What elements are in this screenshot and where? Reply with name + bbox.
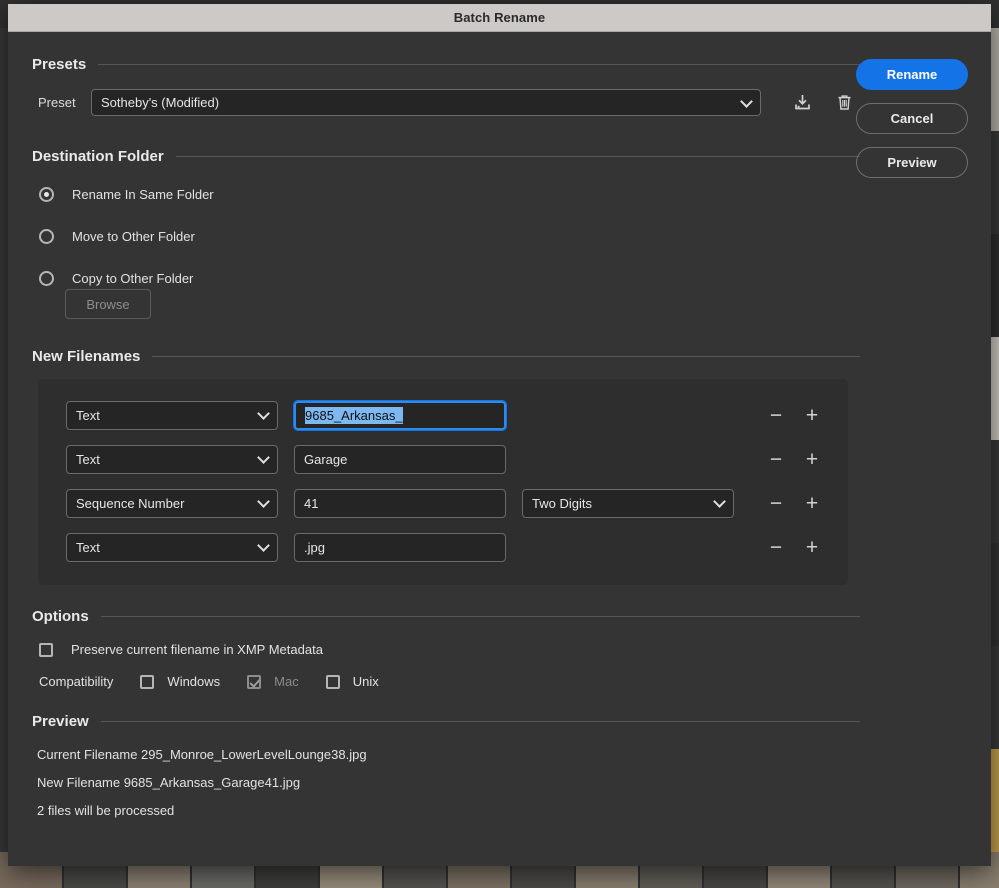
row-controls: −+ bbox=[762, 533, 848, 561]
preset-row: Preset Sotheby's (Modified) bbox=[38, 89, 991, 116]
add-row-button[interactable]: + bbox=[798, 533, 826, 561]
row-controls: −+ bbox=[762, 401, 848, 429]
compatibility-option-label: Unix bbox=[353, 674, 379, 689]
dialog-title: Batch Rename bbox=[454, 10, 546, 25]
chevron-down-icon bbox=[257, 539, 270, 552]
compatibility-label: Compatibility bbox=[39, 674, 113, 689]
rename-button[interactable]: Rename bbox=[856, 59, 968, 90]
preserve-filename-option[interactable]: Preserve current filename in XMP Metadat… bbox=[39, 642, 991, 657]
compatibility-checkbox[interactable] bbox=[140, 675, 154, 689]
save-preset-icon[interactable] bbox=[789, 90, 815, 116]
new-filenames-section-header: New Filenames bbox=[32, 348, 860, 365]
new-filenames-heading: New Filenames bbox=[32, 348, 152, 365]
preserve-filename-label: Preserve current filename in XMP Metadat… bbox=[71, 642, 323, 657]
destination-option-2[interactable]: Copy to Other Folder bbox=[39, 267, 991, 289]
destination-section-header: Destination Folder bbox=[32, 148, 860, 165]
remove-row-button[interactable]: − bbox=[762, 401, 790, 429]
dialog-body: Rename Cancel Preview Presets Preset Sot… bbox=[8, 32, 991, 865]
token-type-select[interactable]: Text bbox=[66, 533, 278, 562]
dialog-action-buttons: Rename Cancel Preview bbox=[856, 59, 968, 191]
radio-icon[interactable] bbox=[39, 229, 54, 244]
preset-select[interactable]: Sotheby's (Modified) bbox=[91, 89, 761, 116]
compatibility-option: Mac bbox=[247, 674, 299, 689]
token-type-value: Sequence Number bbox=[76, 496, 184, 511]
token-type-select[interactable]: Text bbox=[66, 445, 278, 474]
destination-divider bbox=[176, 156, 860, 157]
chevron-down-icon bbox=[257, 495, 270, 508]
token-value-input[interactable]: Garage bbox=[294, 445, 506, 474]
token-type-value: Text bbox=[76, 452, 100, 467]
token-value-input[interactable]: 41 bbox=[294, 489, 506, 518]
presets-heading: Presets bbox=[32, 56, 98, 73]
remove-row-button[interactable]: − bbox=[762, 533, 790, 561]
options-divider bbox=[101, 616, 860, 617]
preview-heading: Preview bbox=[32, 713, 101, 730]
chevron-down-icon bbox=[257, 407, 270, 420]
chevron-down-icon bbox=[713, 495, 726, 508]
compatibility-checkbox bbox=[247, 675, 261, 689]
batch-rename-dialog: Batch Rename Rename Cancel Preview Prese… bbox=[8, 4, 991, 866]
destination-options: Rename In Same Folder Move to Other Folde… bbox=[8, 183, 991, 289]
add-row-button[interactable]: + bbox=[798, 489, 826, 517]
compatibility-checkbox[interactable] bbox=[326, 675, 340, 689]
token-option-select[interactable]: Two Digits bbox=[522, 489, 734, 518]
preview-file-count: 2 files will be processed bbox=[37, 796, 991, 824]
preset-label: Preset bbox=[38, 95, 91, 110]
row-controls: −+ bbox=[762, 489, 848, 517]
chevron-down-icon bbox=[740, 95, 753, 108]
token-type-value: Text bbox=[76, 408, 100, 423]
compatibility-option[interactable]: Windows bbox=[140, 674, 220, 689]
add-row-button[interactable]: + bbox=[798, 445, 826, 473]
token-type-value: Text bbox=[76, 540, 100, 555]
destination-option-0[interactable]: Rename In Same Folder bbox=[39, 183, 991, 205]
compatibility-option-label: Windows bbox=[167, 674, 220, 689]
destination-option-label: Move to Other Folder bbox=[72, 229, 195, 244]
radio-icon[interactable] bbox=[39, 271, 54, 286]
dialog-titlebar: Batch Rename bbox=[8, 4, 991, 32]
destination-heading: Destination Folder bbox=[32, 148, 176, 165]
presets-section-header: Presets bbox=[32, 56, 860, 73]
destination-option-label: Rename In Same Folder bbox=[72, 187, 214, 202]
preview-current-filename: Current Filename 295_Monroe_LowerLevelLo… bbox=[37, 740, 991, 768]
preview-section-header: Preview bbox=[32, 713, 860, 730]
token-type-select[interactable]: Text bbox=[66, 401, 278, 430]
compatibility-row: Compatibility Windows Mac Unix bbox=[39, 674, 991, 689]
radio-icon[interactable] bbox=[39, 187, 54, 202]
filename-token-row: Sequence Number 41 Two Digits −+ bbox=[38, 481, 848, 525]
preserve-filename-checkbox[interactable] bbox=[39, 643, 53, 657]
options-section-header: Options bbox=[32, 608, 860, 625]
selected-text: 9685_Arkansas_ bbox=[305, 407, 403, 424]
filename-token-row: Text .jpg −+ bbox=[38, 525, 848, 569]
destination-option-label: Copy to Other Folder bbox=[72, 271, 193, 286]
preview-button[interactable]: Preview bbox=[856, 147, 968, 178]
compatibility-option[interactable]: Unix bbox=[326, 674, 379, 689]
delete-preset-icon[interactable] bbox=[831, 90, 857, 116]
preset-select-value: Sotheby's (Modified) bbox=[101, 95, 219, 110]
token-type-select[interactable]: Sequence Number bbox=[66, 489, 278, 518]
destination-option-1[interactable]: Move to Other Folder bbox=[39, 225, 991, 247]
token-value-input[interactable]: 9685_Arkansas_ bbox=[294, 401, 506, 430]
new-filenames-divider bbox=[152, 356, 860, 357]
filename-token-row: Text 9685_Arkansas_ −+ bbox=[38, 393, 848, 437]
compatibility-option-label: Mac bbox=[274, 674, 299, 689]
remove-row-button[interactable]: − bbox=[762, 445, 790, 473]
options-heading: Options bbox=[32, 608, 101, 625]
browse-button[interactable]: Browse bbox=[65, 289, 151, 319]
new-filenames-panel: Text9685_Arkansas_−+TextGarage−+Sequence… bbox=[38, 379, 848, 585]
preview-divider bbox=[101, 721, 860, 722]
remove-row-button[interactable]: − bbox=[762, 489, 790, 517]
token-value-input[interactable]: .jpg bbox=[294, 533, 506, 562]
token-option-value: Two Digits bbox=[532, 496, 592, 511]
cancel-button[interactable]: Cancel bbox=[856, 103, 968, 134]
row-controls: −+ bbox=[762, 445, 848, 473]
chevron-down-icon bbox=[257, 451, 270, 464]
add-row-button[interactable]: + bbox=[798, 401, 826, 429]
preview-new-filename: New Filename 9685_Arkansas_Garage41.jpg bbox=[37, 768, 991, 796]
filename-token-row: Text Garage −+ bbox=[38, 437, 848, 481]
presets-divider bbox=[98, 64, 860, 65]
